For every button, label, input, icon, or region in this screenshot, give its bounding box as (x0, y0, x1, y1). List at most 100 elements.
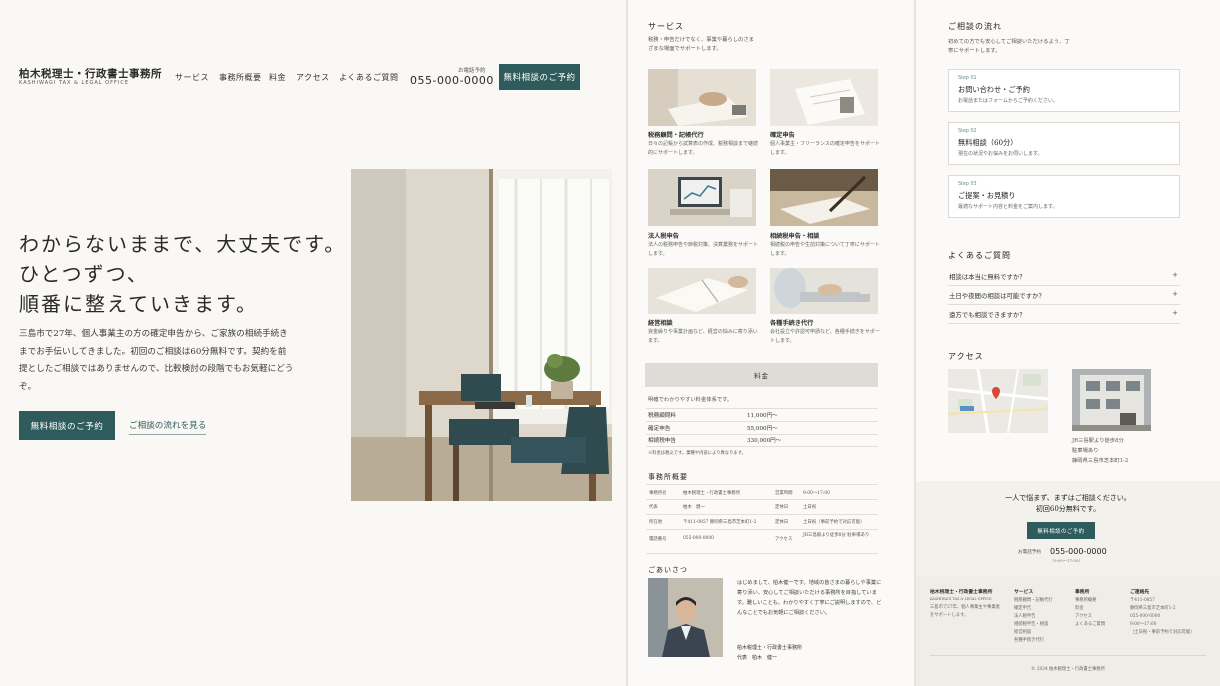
step-title: お問い合わせ・ご予約 (958, 85, 1030, 94)
faq-item-2[interactable]: 土日や夜間の相談は可能ですか？ + (948, 287, 1180, 305)
services-page: サービス 税務・申告だけでなく、事業や暮らしのさまざまな場面でサポートします。 … (628, 0, 914, 686)
cta-reserve-button[interactable]: 無料相談のご予約 (1027, 522, 1095, 539)
plus-icon[interactable]: + (1172, 309, 1178, 317)
service-image-corporate (648, 169, 756, 226)
nav-office[interactable]: 事務所概要 (219, 72, 262, 83)
hero-page: 柏木税理士・行政書士事務所 KASHIWAGI TAX & LEGAL OFFI… (0, 0, 626, 686)
services-intro: 税務・申告だけでなく、事業や暮らしのさまざまな場面でサポートします。 (648, 37, 754, 52)
step-desc: お電話またはフォームからご予約ください。 (958, 98, 1058, 104)
divider (646, 514, 878, 515)
footer-col2-title: 事務所 (1075, 589, 1090, 595)
step-number: Step 01 (958, 76, 977, 81)
service-title-1: 税務顧問・記帳代行 (648, 132, 704, 139)
service-image-consulting (648, 268, 756, 314)
cta-tel-number[interactable]: 055-000-0000 (1050, 547, 1107, 556)
price-value-2: 55,000円〜 (747, 426, 778, 432)
step-number: Step 03 (958, 182, 977, 187)
nav-services[interactable]: サービス (175, 72, 209, 83)
nav-access[interactable]: アクセス (296, 72, 330, 83)
service-image-procedures (770, 268, 878, 314)
service-title-3: 法人税申告 (648, 233, 679, 240)
plus-icon[interactable]: + (1172, 271, 1178, 279)
access-heading: アクセス (948, 352, 984, 361)
divider (646, 553, 878, 554)
price-label-1: 税務顧問料 (648, 413, 676, 419)
footer-link[interactable]: よくあるご質問 (1075, 621, 1105, 630)
hero-description: 三島市で27年、個人事業主の方の確定申告から、ご家族の相続手続きまでお手伝いして… (19, 329, 294, 392)
cta-hours: （9:00〜17:00） (1050, 558, 1083, 563)
step-number: Step 02 (958, 129, 977, 134)
cta-line2: 初回60分無料です。 (1035, 505, 1101, 513)
office-val-3: 柏木 健一 (683, 505, 705, 510)
office-val-7: 055-000-0000 (683, 536, 714, 541)
service-image-tax-advisory (648, 69, 756, 126)
nav-pricing[interactable]: 料金 (269, 72, 286, 83)
header-reserve-button[interactable]: 無料相談のご予約 (499, 64, 580, 90)
divider (646, 421, 878, 422)
footer-org: 柏木税理士・行政書士事務所 (930, 589, 993, 595)
service-title-5: 経営相談 (648, 320, 673, 327)
step-card-1: Step 01 お問い合わせ・ご予約 お電話またはフォームからご予約ください。 (948, 69, 1180, 112)
office-val-1: 柏木税理士・行政書士事務所 (683, 491, 741, 496)
flow-intro: 初めての方でも安心してご相談いただけるよう、丁寧にサポートします。 (948, 39, 1070, 54)
access-line-1: JR三島駅より徒歩8分 (1072, 438, 1124, 444)
logo-subtitle: KASHIWAGI TAX & LEGAL OFFICE (19, 80, 129, 86)
faq-question: 相談は本当に無料ですか？ (949, 273, 1026, 281)
office-key-6: 定休日 (775, 520, 789, 525)
flow-heading: ご相談の流れ (948, 22, 1002, 31)
hero-heading-line1: わからないままで、大丈夫です。 (19, 232, 347, 256)
hero-reserve-button[interactable]: 無料相談のご予約 (19, 411, 115, 440)
service-desc-2: 個人事業主・フリーランスの確定申告をサポートします。 (770, 141, 880, 156)
office-building-photo (1072, 369, 1151, 431)
footer: 柏木税理士・行政書士事務所 KASHIWAGI TAX & LEGAL OFFI… (916, 576, 1220, 686)
faq-question: 土日や夜間の相談は可能ですか？ (949, 292, 1045, 300)
office-key-4: 定休日 (775, 505, 789, 510)
pricing-banner: 料金 (645, 363, 878, 387)
office-val-2: 9:00〜17:00 (803, 491, 830, 496)
price-value-1: 11,000円〜 (747, 413, 778, 419)
cta-line1: 一人で悩まず、まずはご相談ください。 (1005, 494, 1131, 502)
service-desc-5: 資金繰りや事業計画など、経営の悩みに寄り添います。 (648, 329, 758, 344)
step-card-3: Step 03 ご提案・お見積り 最適なサポート内容と料金をご案内します。 (948, 175, 1180, 218)
service-desc-3: 法人の税務申告や節税対策、決算業務をサポートします。 (648, 242, 759, 257)
faq-heading: よくあるご質問 (948, 251, 1011, 260)
step-title: 無料相談（60分） (958, 138, 1018, 147)
divider (646, 408, 878, 409)
office-key-1: 事務所名 (649, 491, 667, 496)
service-image-inheritance (770, 169, 878, 226)
cta-tel-label: お電話予約 (1018, 550, 1041, 555)
hero-heading-line2: ひとつずつ、 (19, 262, 149, 286)
divider (646, 434, 878, 435)
office-key-3: 代表 (649, 505, 658, 510)
logo-text[interactable]: 柏木税理士・行政書士事務所 (19, 66, 162, 81)
divider (930, 655, 1206, 656)
divider (646, 529, 878, 530)
divider (646, 484, 878, 485)
footer-col1-title: サービス (1014, 589, 1034, 595)
service-title-2: 確定申告 (770, 132, 795, 139)
pricing-note: ※料金は税込です。業種や内容により異なります。 (648, 451, 746, 456)
footer-link[interactable]: 各種手続き代行 (1014, 637, 1044, 646)
price-value-3: 330,000円〜 (747, 438, 782, 444)
office-val-6: 土日祝（事前予約で対応可能） (803, 520, 865, 525)
copyright: © 2024 柏木税理士・行政書士事務所 (1031, 667, 1105, 672)
office-key-2: 営業時間 (775, 491, 793, 496)
service-image-tax-return (770, 69, 878, 126)
nav-faq[interactable]: よくあるご質問 (339, 72, 399, 83)
access-map[interactable] (948, 369, 1048, 433)
price-label-2: 確定申告 (648, 426, 671, 432)
greeting-heading: ごあいさつ (648, 566, 688, 574)
office-val-8: JR三島駅より徒歩8分 駐車場あり (803, 533, 870, 538)
cta-section: 一人で悩まず、まずはご相談ください。 初回60分無料です。 無料相談のご予約 お… (916, 481, 1220, 576)
faq-item-3[interactable]: 遠方でも相談できますか？ + (948, 306, 1180, 324)
tel-number[interactable]: 055-000-0000 (410, 74, 494, 87)
access-line-3: 静岡県三島市芝本町1-2 (1072, 458, 1129, 464)
faq-item-1[interactable]: 相談は本当に無料ですか？ + (948, 268, 1180, 286)
flow-page: ご相談の流れ 初めての方でも安心してご相談いただけるよう、丁寧にサポートします。… (916, 0, 1220, 686)
plus-icon[interactable]: + (1172, 290, 1178, 298)
office-val-5: 〒411-0857 静岡県三島市芝本町1-2 (683, 520, 757, 525)
greeting-text: はじめまして、柏木健一です。地域の皆さまの暮らしや事業に寄り添い、安心してご相談… (737, 580, 882, 616)
flow-link[interactable]: ご相談の流れを見る (129, 419, 207, 435)
service-title-6: 各種手続き代行 (770, 320, 814, 327)
divider (646, 446, 878, 447)
